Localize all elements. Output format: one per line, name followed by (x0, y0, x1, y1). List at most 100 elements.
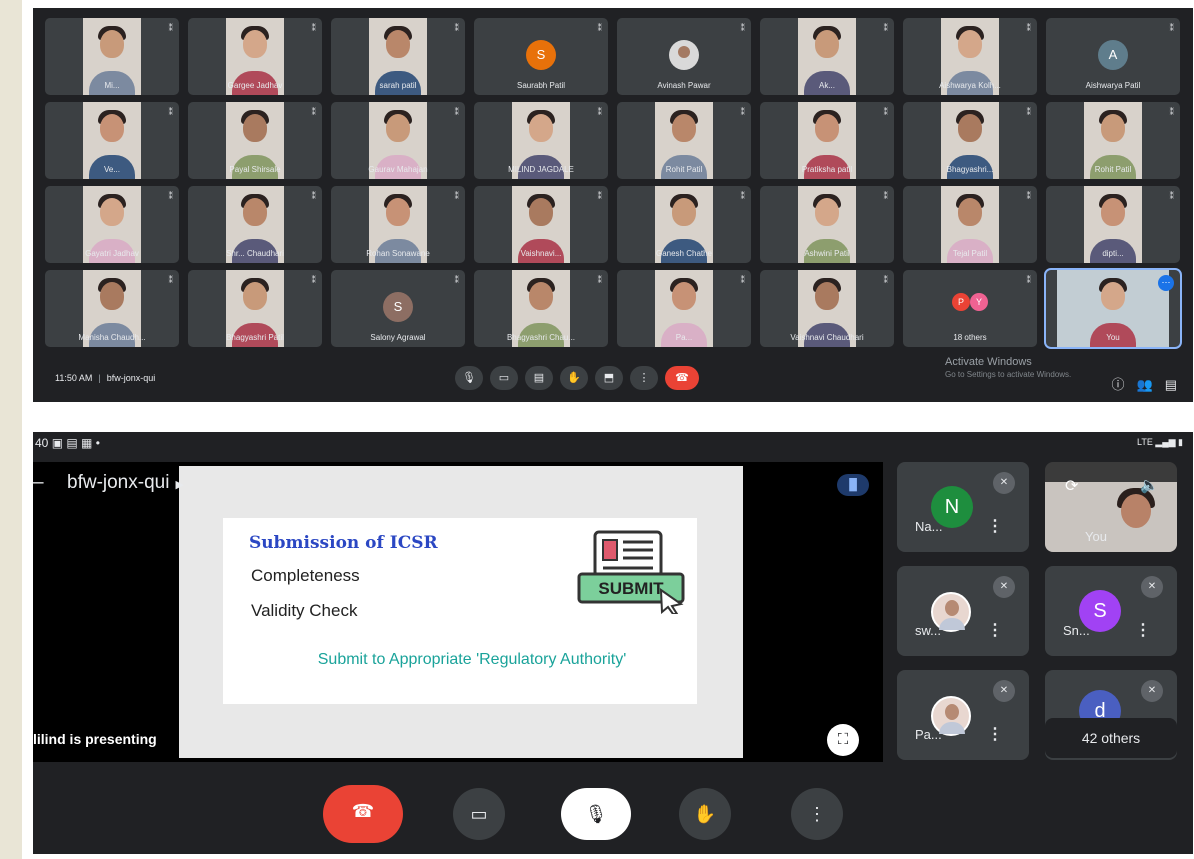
raise-hand-icon: ✋ (567, 372, 581, 384)
participant-tile[interactable]: ⁑ Vaishnavi... (474, 186, 608, 263)
camera-icon: ▭ (498, 372, 510, 384)
participant-tile[interactable]: P Y ⁑ 18 others (903, 270, 1037, 347)
participant-name: Bhagyashri Patil (226, 333, 284, 342)
participant-tile[interactable]: ⁑ Aishwarya Kolh... (903, 18, 1037, 95)
fullscreen-button[interactable]: ⛶ (827, 724, 859, 756)
more-options-button[interactable]: ⋮ (630, 366, 658, 390)
more-options-button[interactable]: ⋮ (791, 788, 843, 840)
participant-tile[interactable]: ⁑ Payal Shirsale (188, 102, 322, 179)
phone-status-bar: 40 ▣ ▤ ▦ • LTE ▂▄▆ ▮ (33, 432, 1193, 454)
camera-button[interactable]: ▭ (453, 788, 505, 840)
muted-mic-icon: ⁑ (597, 191, 603, 201)
switch-camera-icon[interactable]: ⟳ (1065, 476, 1078, 496)
more-icon[interactable]: ⋮ (987, 620, 1003, 640)
participant-name: Ak... (818, 81, 835, 90)
participant-name: Aishwarya Kolh... (939, 81, 1001, 90)
participant-name: Ashwini Patil (804, 249, 850, 258)
participant-tile[interactable]: ⁑ Ganesh Chathe (617, 186, 751, 263)
back-arrow-icon[interactable]: – (33, 472, 67, 494)
self-view-tile[interactable]: ⟳ 🔈 You (1045, 462, 1177, 552)
participant-tile[interactable]: ⁑ Bhagyashri Patil (188, 270, 322, 347)
participant-name: Aishwarya Patil (1085, 81, 1141, 90)
participant-name: 18 others (953, 333, 987, 342)
participant-tile[interactable]: A ⁑ Aishwarya Patil (1046, 18, 1180, 95)
participant-name: sarah patil (379, 81, 417, 90)
muted-mic-icon: ⁑ (454, 107, 460, 117)
participant-name: You (1106, 333, 1120, 342)
participant-tile[interactable]: ⁑ Gaurav Mahajan (331, 102, 465, 179)
participant-tile[interactable]: ⁑ Shr... Chaudhari (188, 186, 322, 263)
muted-mic-icon: ✕ (1141, 680, 1163, 702)
participant-tile[interactable]: ⁑ sarah patil (331, 18, 465, 95)
participant-tile[interactable]: ⁑ Ak... (760, 18, 894, 95)
participant-tile-na[interactable]: ✕ N Na... ⋮ (897, 462, 1029, 552)
raise-hand-button[interactable]: ✋ (560, 366, 588, 390)
participant-name: Rohit Patil (1094, 165, 1132, 174)
slide-call-to-action: Submit to Appropriate 'Regulatory Author… (317, 651, 627, 668)
speaker-icon[interactable]: 🔈 (1140, 476, 1159, 494)
participant-tile[interactable]: ⁑ MILIND JAGDALE (474, 102, 608, 179)
participant-name: Rohit Patil (665, 165, 703, 174)
muted-mic-icon: ⁑ (597, 275, 603, 285)
end-call-button[interactable]: ☎ (665, 366, 699, 390)
captions-button[interactable]: ▤ (525, 366, 553, 390)
people-button[interactable]: 👥 (1137, 377, 1153, 392)
participant-tile[interactable]: ⁑ dipti... (1046, 186, 1180, 263)
self-view-tile[interactable]: ⋯ You (1044, 268, 1182, 349)
participant-tile[interactable]: ⁑ Tejal Patil (903, 186, 1037, 263)
participant-name: Pa... (915, 727, 942, 742)
chat-button[interactable]: ▤ (1165, 377, 1177, 392)
participant-name: Ve... (103, 165, 120, 174)
participant-tile[interactable]: ⁑ Ashwini Patil (760, 186, 894, 263)
participant-tile[interactable]: ⁑ Vaishnavi Chaudhari (760, 270, 894, 347)
end-call-button[interactable]: ☎ (323, 785, 403, 843)
camera-button[interactable]: ▭ (490, 366, 518, 390)
participant-tile[interactable]: ⁑ Bhagyashri Chau... (474, 270, 608, 347)
call-controls: 🎙 ▭ ▤ ✋ ⬒ ⋮ ☎ (455, 366, 706, 390)
participant-tile[interactable]: ⁑ Rohit Patil (617, 102, 751, 179)
muted-mic-icon: ✕ (1141, 576, 1163, 598)
participant-tile[interactable]: ⁑ Avinash Pawar (617, 18, 751, 95)
raise-hand-button[interactable]: ✋ (679, 788, 731, 840)
participant-tile[interactable]: ⁑ Bhagyashri... (903, 102, 1037, 179)
muted-mic-icon: ⁑ (883, 107, 889, 117)
meeting-code-mobile[interactable]: bfw-jonx-qui (67, 472, 169, 493)
more-icon[interactable]: ⋮ (987, 724, 1003, 744)
mic-button[interactable]: 🎙 (561, 788, 631, 840)
participant-tile[interactable]: S ⁑ Saurabh Patil (474, 18, 608, 95)
muted-mic-icon: ⁑ (1169, 107, 1175, 117)
mobile-meet-screenshot: 40 ▣ ▤ ▦ • LTE ▂▄▆ ▮ Submission of ICSR … (33, 432, 1193, 854)
participant-tile[interactable]: ⁑ Rohit Patil (1046, 102, 1180, 179)
mobile-call-controls: ☎ ▭ 🎙 ✋ ⋮ (33, 782, 1193, 843)
present-button[interactable]: ⬒ (595, 366, 623, 390)
participant-name: Gaurav Mahajan (368, 165, 428, 174)
signal-battery-icon: LTE ▂▄▆ ▮ (1136, 437, 1183, 447)
more-icon[interactable]: ⋮ (1135, 620, 1151, 640)
participant-tile-sn[interactable]: ✕ S Sn... ⋮ (1045, 566, 1177, 656)
info-button[interactable]: ⓘ (1112, 377, 1125, 392)
more-icon[interactable]: ⋯ (1158, 275, 1174, 291)
participant-tile[interactable]: ⁑ Mi... (45, 18, 179, 95)
chevron-right-icon[interactable]: ▶ (175, 479, 183, 491)
participant-name: Gargee Jadhav (227, 81, 283, 90)
mic-button[interactable]: 🎙 (455, 366, 483, 390)
participant-tile[interactable]: S ⁑ Salony Agrawal (331, 270, 465, 347)
participant-tile[interactable]: ⁑ Ve... (45, 102, 179, 179)
participant-name: Ganesh Chathe (655, 249, 713, 258)
participant-name: Payal Shirsale (229, 165, 281, 174)
others-count-pill[interactable]: 42 others (1045, 718, 1177, 758)
participant-tile[interactable]: ⁑ Pa... (617, 270, 751, 347)
muted-mic-icon: 🎙 (584, 804, 608, 824)
more-icon: ⋮ (638, 372, 650, 384)
participant-tile[interactable]: ⁑ Pratiksha patil (760, 102, 894, 179)
participant-tile[interactable]: ⁑ Manisha Chaudh... (45, 270, 179, 347)
participant-tile[interactable]: ⁑ Gayatri Jadhav (45, 186, 179, 263)
more-icon[interactable]: ⋮ (987, 516, 1003, 536)
participant-tile[interactable]: ⁑ Gargee Jadhav (188, 18, 322, 95)
participant-name: Manisha Chaudh... (78, 333, 146, 342)
muted-mic-icon: ⁑ (1026, 275, 1032, 285)
participant-tile-sw[interactable]: ✕ sw... ⋮ (897, 566, 1029, 656)
participant-name: Sn... (1063, 623, 1090, 638)
participant-tile[interactable]: ⁑ Rohan Sonawane (331, 186, 465, 263)
participant-tile-pa[interactable]: ✕ Pa... ⋮ (897, 670, 1029, 760)
